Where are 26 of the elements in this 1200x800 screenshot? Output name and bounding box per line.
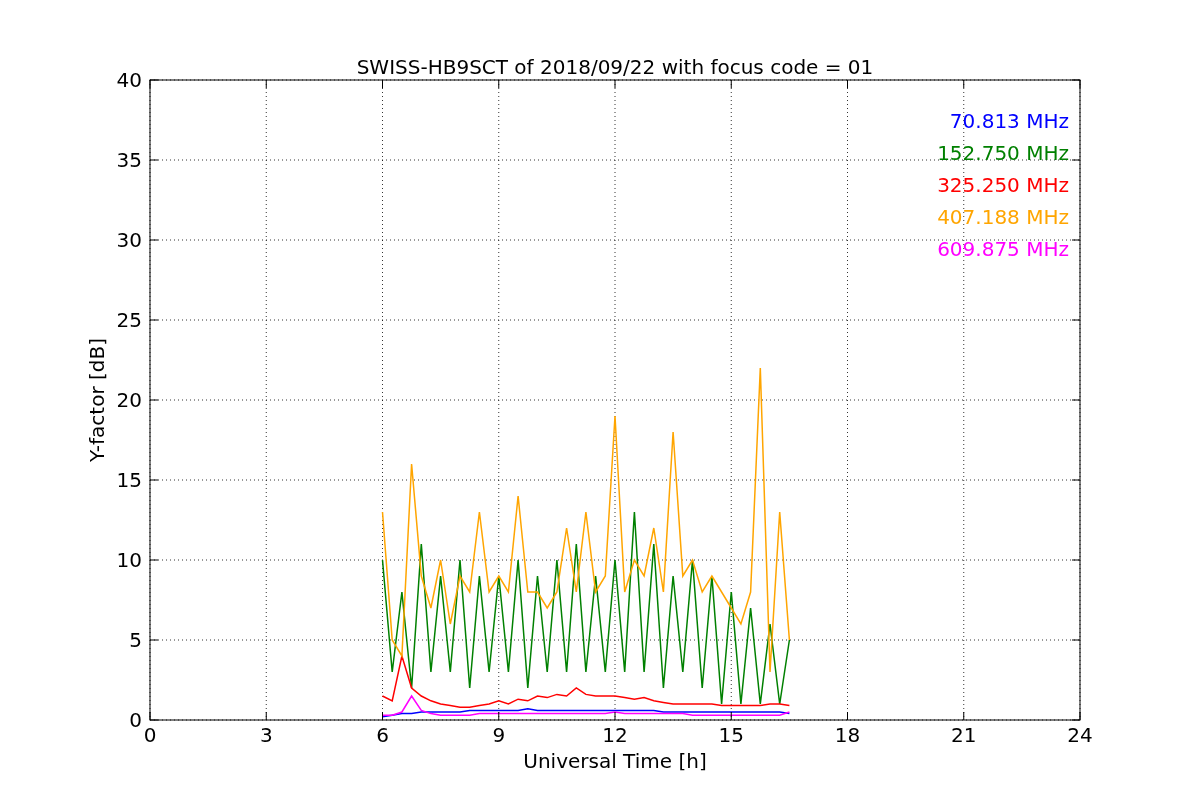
x-tick-label: 12 xyxy=(602,723,628,747)
y-tick-label: 25 xyxy=(116,308,142,332)
x-tick-label: 9 xyxy=(492,723,506,747)
x-tick-label: 3 xyxy=(259,723,273,747)
x-tick-label: 15 xyxy=(718,723,744,747)
legend-label: 325.250 MHz xyxy=(937,173,1069,197)
y-tick-label: 35 xyxy=(116,148,142,172)
x-axis-label: Universal Time [h] xyxy=(523,749,707,773)
x-tick-label: 6 xyxy=(376,723,389,747)
x-tick-label: 18 xyxy=(834,723,861,747)
chart-title: SWISS-HB9SCT of 2018/09/22 with focus code = 01 xyxy=(356,55,874,79)
y-tick-label: 10 xyxy=(116,548,142,572)
y-axis-label: Y-factor [dB] xyxy=(85,338,109,462)
legend-label: 609.875 MHz xyxy=(937,237,1069,261)
y-tick-label: 20 xyxy=(116,388,142,412)
x-tick-label: 0 xyxy=(143,723,157,747)
legend-label: 70.813 MHz xyxy=(949,109,1069,133)
y-tick-label: 30 xyxy=(116,228,142,252)
x-tick-label: 21 xyxy=(951,723,977,747)
y-tick-label: 40 xyxy=(116,68,142,92)
y-tick-label: 0 xyxy=(129,708,142,732)
legend-label: 152.750 MHz xyxy=(937,141,1069,165)
legend-label: 407.188 MHz xyxy=(937,205,1069,229)
y-tick-label: 5 xyxy=(129,628,142,652)
y-tick-label: 15 xyxy=(116,468,142,492)
x-tick-label: 24 xyxy=(1067,723,1093,747)
